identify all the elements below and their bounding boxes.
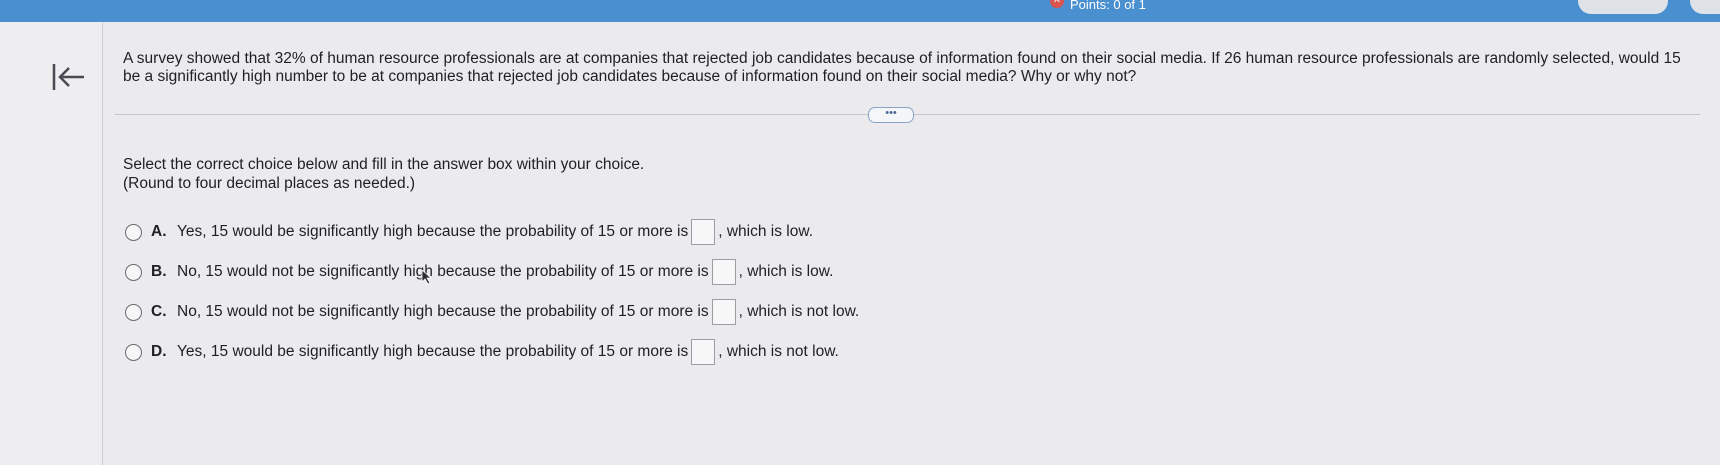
radio-option-a[interactable] (125, 223, 142, 241)
option-text-after: , which is not low. (738, 303, 860, 320)
option-a[interactable]: A. Yes, 15 would be significantly high b… (125, 219, 859, 245)
radio-option-c[interactable] (125, 303, 142, 321)
header-pill-button[interactable] (1578, 0, 1668, 14)
answer-box-b[interactable] (711, 259, 736, 285)
answer-box-c[interactable] (711, 299, 736, 325)
answer-options: A. Yes, 15 would be significantly high b… (125, 219, 859, 379)
option-d[interactable]: D. Yes, 15 would be significantly high b… (125, 339, 859, 365)
option-text-after: , which is not low. (718, 343, 839, 360)
option-b[interactable]: B. No, 15 would not be significantly hig… (125, 259, 859, 285)
x-icon: ✕ (1050, 0, 1064, 8)
score-display: ✕ Points: 0 of 1 (1050, 0, 1230, 14)
instructions-line-2: (Round to four decimal places as needed.… (123, 175, 416, 192)
radio-option-d[interactable] (125, 343, 142, 361)
answer-box-d[interactable] (691, 339, 716, 365)
left-rail (0, 22, 103, 465)
radio-option-b[interactable] (125, 263, 142, 281)
option-letter: D. (151, 343, 167, 360)
option-text-before: No, 15 would not be significantly high b… (177, 303, 709, 320)
option-text-after: , which is low. (738, 263, 834, 280)
question-text: A survey showed that 32% of human resour… (123, 50, 1681, 85)
option-text-before: Yes, 15 would be significantly high beca… (177, 343, 689, 360)
option-text-after: , which is low. (718, 223, 814, 240)
option-c[interactable]: C. No, 15 would not be significantly hig… (125, 299, 859, 325)
answer-box-a[interactable] (691, 219, 716, 245)
instructions-line-1: Select the correct choice below and fill… (123, 156, 645, 173)
top-bar: ✕ Points: 0 of 1 (0, 0, 1720, 22)
more-button[interactable]: ••• (868, 107, 914, 123)
option-text-before: Yes, 15 would be significantly high beca… (177, 223, 689, 240)
points-text: Points: 0 of 1 (1070, 0, 1146, 12)
back-arrow-icon[interactable] (50, 60, 86, 96)
option-letter: C. (151, 303, 167, 320)
header-pill-button-right[interactable] (1690, 0, 1720, 14)
question-panel: A survey showed that 32% of human resour… (103, 22, 1720, 465)
option-letter: A. (151, 223, 167, 240)
option-letter: B. (151, 263, 167, 280)
option-text-before: No, 15 would not be significantly high b… (177, 263, 709, 280)
mouse-cursor-icon (421, 269, 433, 285)
instructions: Select the correct choice below and fill… (123, 155, 644, 193)
